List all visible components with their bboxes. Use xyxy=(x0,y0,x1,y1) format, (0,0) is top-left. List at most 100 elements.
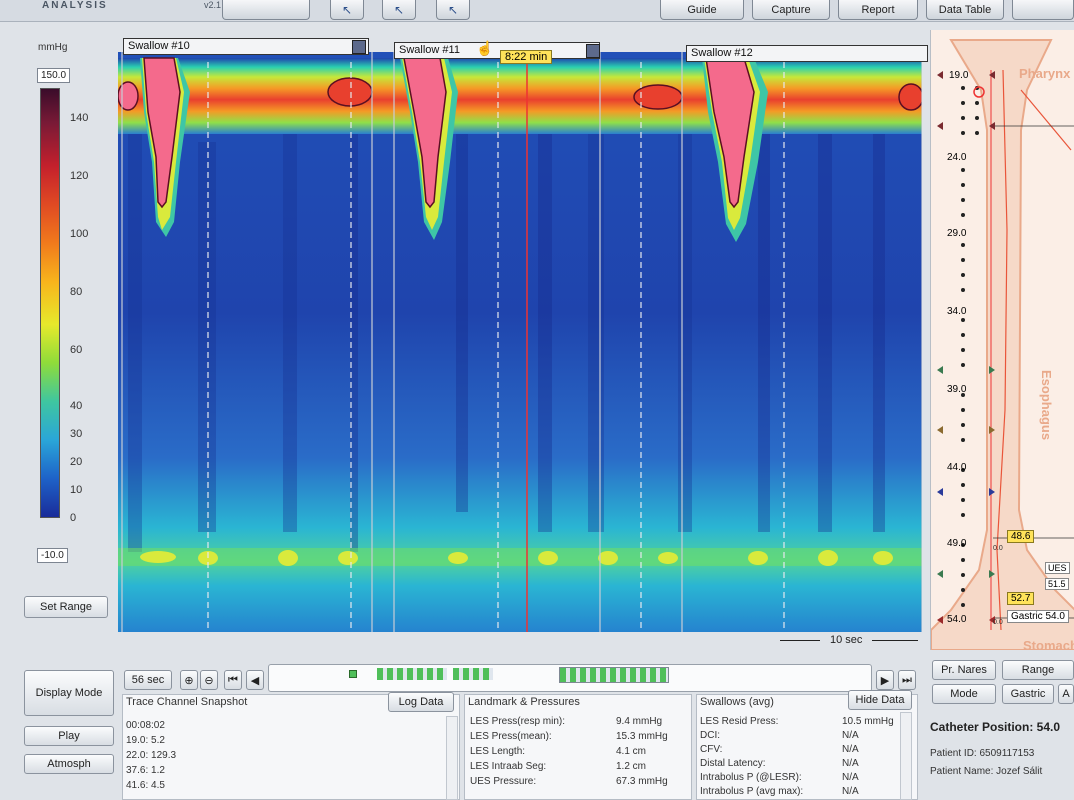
jump-end-icon[interactable]: ⏭ xyxy=(898,670,916,690)
swallow-stat-label: LES Resid Press: xyxy=(700,716,779,727)
display-mode-button[interactable]: Display Mode xyxy=(24,670,114,716)
plot-background xyxy=(118,52,922,632)
duration-button[interactable]: 56 sec xyxy=(124,670,172,690)
swallow-label-10[interactable]: Swallow #10 xyxy=(123,38,369,55)
log-data-button[interactable]: Log Data xyxy=(388,692,454,712)
legend-tick: 0 xyxy=(70,512,77,524)
legend-tick: 140 xyxy=(70,112,89,124)
swallow-stat-label: Intrabolus P (avg max): xyxy=(700,786,804,797)
scale-line-right xyxy=(872,640,918,641)
trace-row: 00:08:02 xyxy=(126,720,165,731)
range-button[interactable]: Range xyxy=(1002,660,1074,680)
landmark-label: LES Press(mean): xyxy=(470,731,552,742)
swallow-settings-icon[interactable] xyxy=(586,44,600,58)
timeline-viewport[interactable] xyxy=(559,667,669,683)
set-range-button[interactable]: Set Range xyxy=(24,596,108,618)
guide-button[interactable]: Guide xyxy=(660,0,744,20)
les-band xyxy=(118,548,922,566)
time-badge: 8:22 min xyxy=(500,50,553,64)
swallow-label-11[interactable]: Swallow #11 xyxy=(394,42,600,59)
timeline-marker-group[interactable] xyxy=(377,668,447,680)
step-forward-icon[interactable]: ▶ xyxy=(876,670,894,690)
zoom-out-icon[interactable]: ⊖ xyxy=(200,670,218,690)
depth-label: 39.0 xyxy=(947,384,967,395)
landmark-label: LES Press(resp min): xyxy=(470,716,566,727)
depth-label: 49.0 xyxy=(947,538,967,549)
toolbar-blank-button[interactable] xyxy=(222,0,310,20)
swallows-avg-title: Swallows (avg) xyxy=(700,696,774,708)
depth-label: 34.0 xyxy=(947,306,967,317)
patient-name: Patient Name: Jozef Sálit xyxy=(930,766,1043,777)
hide-data-button[interactable]: Hide Data xyxy=(848,690,912,710)
pressure-topography-plot[interactable] xyxy=(118,52,922,632)
play-button[interactable]: Play xyxy=(24,726,114,746)
region-label-top: Pharynx xyxy=(1019,66,1071,81)
depth-label: 29.0 xyxy=(947,228,967,239)
catheter-position: Catheter Position: 54.0 xyxy=(930,720,1061,734)
mode-button[interactable]: Mode xyxy=(932,684,996,704)
zoom-in-icon[interactable]: ⊕ xyxy=(180,670,198,690)
toolbar-extra-button[interactable] xyxy=(1012,0,1074,20)
landmark-value: 1.2 cm xyxy=(616,761,647,772)
bottom-panel: 56 sec ⊕ ⊖ ⏮ ◀ ▶ ⏭ Display Mode Play Atm… xyxy=(0,650,1074,800)
pr-nares-button[interactable]: Pr. Nares xyxy=(932,660,996,680)
catheter-strip: 19.0 24.0 29.0 34.0 39.0 44.0 49.0 54.0 … xyxy=(930,30,1074,650)
trace-row: 37.6: 1.2 xyxy=(126,765,165,776)
timeline-marker-group[interactable] xyxy=(453,668,493,680)
legend-max-value[interactable]: 150.0 xyxy=(37,68,71,83)
side-badge: 51.5 xyxy=(1045,578,1069,590)
scale-label: 10 sec xyxy=(830,634,863,646)
depth-label: 19.0 xyxy=(949,70,969,81)
pressure-legend: mmHg 150.0 140 120 100 80 60 40 30 20 10… xyxy=(20,28,114,638)
zoom-region-icon[interactable]: ↖ xyxy=(382,0,416,20)
gastric-badge: Gastric 54.0 xyxy=(1007,610,1069,623)
swallows-scrollbar[interactable] xyxy=(900,712,912,800)
depth-label: 24.0 xyxy=(947,152,967,163)
trace-scrollbar[interactable] xyxy=(446,716,458,800)
swallow-stat-value: N/A xyxy=(842,758,859,769)
jump-start-icon[interactable]: ⏮ xyxy=(224,670,242,690)
timeline-marker[interactable] xyxy=(349,670,357,678)
landmark-value: 9.4 mmHg xyxy=(616,716,663,727)
brand-label: ANALYSIS xyxy=(42,0,108,11)
depth-label: 44.0 xyxy=(947,462,967,473)
gastric-button[interactable]: Gastric xyxy=(1002,684,1054,704)
timeline-scrollbar[interactable] xyxy=(268,664,872,692)
cursor-arrow-icon[interactable]: ↖ xyxy=(436,0,470,20)
swallow-stat-value: N/A xyxy=(842,730,859,741)
swallow-stat-label: CFV: xyxy=(700,744,723,755)
topography-svg xyxy=(118,52,922,632)
landmark-value: 67.3 mmHg xyxy=(616,776,668,787)
report-button[interactable]: Report xyxy=(838,0,918,20)
top-toolbar: ANALYSIS v2.1 ↖ ↖ ↖ Guide Capture Report… xyxy=(0,0,1074,22)
scale-line-left xyxy=(780,640,820,641)
swallow-stat-value: 10.5 mmHg xyxy=(842,716,894,727)
ues-band xyxy=(118,58,922,134)
atmosph-button[interactable]: Atmosph xyxy=(24,754,114,774)
data-table-button[interactable]: Data Table xyxy=(926,0,1004,20)
legend-min-value[interactable]: -10.0 xyxy=(37,548,68,563)
landmark-value: 15.3 mmHg xyxy=(616,731,668,742)
landmark-label: UES Pressure: xyxy=(470,776,537,787)
pressure-colorbar xyxy=(40,88,60,518)
side-badge: UES xyxy=(1045,562,1070,574)
swallow-settings-icon[interactable] xyxy=(352,40,366,54)
zero-label: 0.0 xyxy=(993,619,1003,626)
trace-snapshot-title: Trace Channel Snapshot xyxy=(126,696,248,708)
depth-badge: 48.6 xyxy=(1007,530,1035,543)
capture-button[interactable]: Capture xyxy=(752,0,830,20)
swallow-stat-label: DCI: xyxy=(700,730,720,741)
swallow-label-12[interactable]: Swallow #12 xyxy=(686,45,928,62)
legend-tick: 20 xyxy=(70,456,83,468)
legend-tick: 10 xyxy=(70,484,83,496)
legend-tick: 30 xyxy=(70,428,83,440)
landmarks-title: Landmark & Pressures xyxy=(468,696,580,708)
extra-button[interactable]: A xyxy=(1058,684,1074,704)
step-back-icon[interactable]: ◀ xyxy=(246,670,264,690)
brand-version: v2.1 xyxy=(204,0,222,10)
swallow-stat-value: N/A xyxy=(842,744,859,755)
legend-unit: mmHg xyxy=(38,42,68,53)
trace-row: 22.0: 129.3 xyxy=(126,750,177,761)
arrow-back-icon[interactable]: ↖ xyxy=(330,0,364,20)
swallow-stat-value: N/A xyxy=(842,786,859,797)
